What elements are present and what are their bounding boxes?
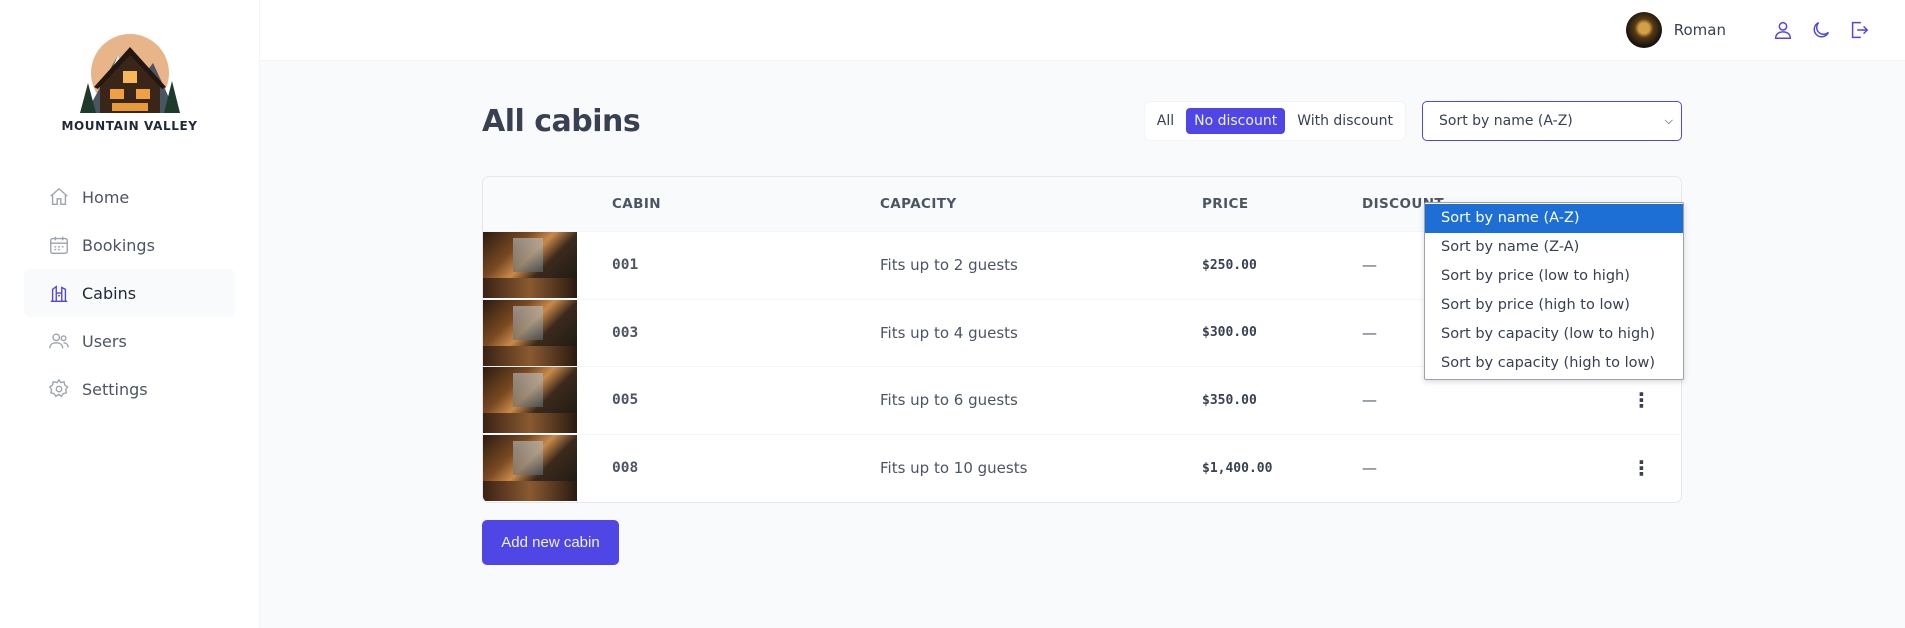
filter-all-button[interactable]: All: [1149, 108, 1182, 134]
page-title: All cabins: [482, 103, 641, 139]
avatar: [1625, 12, 1662, 48]
gear-icon: [48, 378, 70, 400]
chevron-down-icon: ⌵: [1664, 114, 1673, 127]
user-icon[interactable]: [1772, 19, 1794, 41]
sidebar-item-label: Users: [82, 331, 127, 351]
column-header-cabin: CABIN: [612, 196, 661, 212]
cabins-page: All cabins All No discount With discount…: [260, 61, 1905, 565]
sort-option-capacity-asc[interactable]: Sort by capacity (low to high): [1425, 320, 1683, 349]
sidebar: MOUNTAIN VALLEY Home Bookings Cabins Use…: [0, 0, 260, 628]
row-menu-icon[interactable]: ⋮: [1632, 390, 1652, 410]
home-icon: [48, 186, 70, 208]
user-name: Roman: [1673, 21, 1726, 39]
mountain-valley-logo-icon: [79, 34, 180, 113]
cabin-name: 001: [612, 257, 639, 274]
calendar-icon: [48, 234, 70, 256]
filter-no-discount-button[interactable]: No discount: [1186, 108, 1286, 134]
sort-option-capacity-desc[interactable]: Sort by capacity (high to low): [1425, 349, 1683, 378]
cabin-name: 008: [612, 460, 639, 477]
cabin-discount: —: [1362, 459, 1377, 478]
sidebar-item-users[interactable]: Users: [24, 317, 235, 365]
sort-option-price-desc[interactable]: Sort by price (high to low): [1425, 291, 1683, 320]
sidebar-item-cabins[interactable]: Cabins: [24, 269, 235, 317]
sidebar-nav: Home Bookings Cabins Users Settings: [0, 173, 259, 413]
cabin-price: $250.00: [1202, 257, 1257, 273]
row-menu-icon[interactable]: ⋮: [1632, 458, 1652, 478]
sidebar-item-bookings[interactable]: Bookings: [24, 221, 235, 269]
sidebar-item-home[interactable]: Home: [24, 173, 235, 221]
users-icon: [48, 330, 70, 352]
cabin-image: [483, 232, 577, 299]
cabin-price: $300.00: [1202, 325, 1257, 341]
logout-icon[interactable]: [1848, 19, 1870, 41]
page-toolbar: All cabins All No discount With discount…: [482, 101, 1682, 141]
cabin-capacity: Fits up to 10 guests: [880, 459, 1028, 478]
sort-dropdown-list: Sort by name (A-Z) Sort by name (Z-A) So…: [1424, 202, 1684, 380]
table-row: 008 Fits up to 10 guests $1,400.00 — ⋮: [483, 435, 1681, 503]
sort-selected-value: Sort by name (A-Z): [1439, 113, 1573, 129]
cabin-image: [483, 299, 577, 366]
brand-name: MOUNTAIN VALLEY: [61, 119, 198, 133]
column-header-capacity: CAPACITY: [880, 196, 957, 212]
moon-icon[interactable]: [1810, 19, 1832, 41]
cabin-name: 003: [612, 324, 639, 341]
column-header-price: PRICE: [1202, 196, 1249, 212]
sort-option-name-asc[interactable]: Sort by name (A-Z): [1425, 204, 1683, 233]
cabin-price: $1,400.00: [1202, 460, 1273, 476]
add-cabin-button[interactable]: Add new cabin: [482, 520, 619, 565]
cabin-name: 005: [612, 392, 639, 409]
sidebar-item-settings[interactable]: Settings: [24, 365, 235, 413]
sidebar-item-label: Settings: [82, 379, 148, 399]
sort-select[interactable]: Sort by name (A-Z) ⌵: [1422, 101, 1682, 141]
cabin-capacity: Fits up to 4 guests: [880, 323, 1018, 342]
sort-option-name-desc[interactable]: Sort by name (Z-A): [1425, 233, 1683, 262]
main-area: Roman All cabins All No discount With di…: [260, 0, 1905, 628]
cabins-icon: [48, 282, 70, 304]
sort-option-price-asc[interactable]: Sort by price (low to high): [1425, 262, 1683, 291]
top-header: Roman: [260, 0, 1905, 61]
cabin-image: [483, 435, 577, 502]
cabin-price: $350.00: [1202, 392, 1257, 408]
sidebar-item-label: Bookings: [82, 235, 155, 255]
cabin-discount: —: [1362, 391, 1377, 410]
discount-filter: All No discount With discount: [1143, 101, 1406, 141]
filter-with-discount-button[interactable]: With discount: [1289, 108, 1401, 134]
sidebar-item-label: Home: [82, 187, 130, 207]
logo: MOUNTAIN VALLEY: [0, 33, 259, 133]
cabin-capacity: Fits up to 2 guests: [880, 256, 1018, 275]
cabin-capacity: Fits up to 6 guests: [880, 391, 1018, 410]
cabin-image: [483, 367, 577, 434]
sidebar-item-label: Cabins: [82, 283, 137, 303]
